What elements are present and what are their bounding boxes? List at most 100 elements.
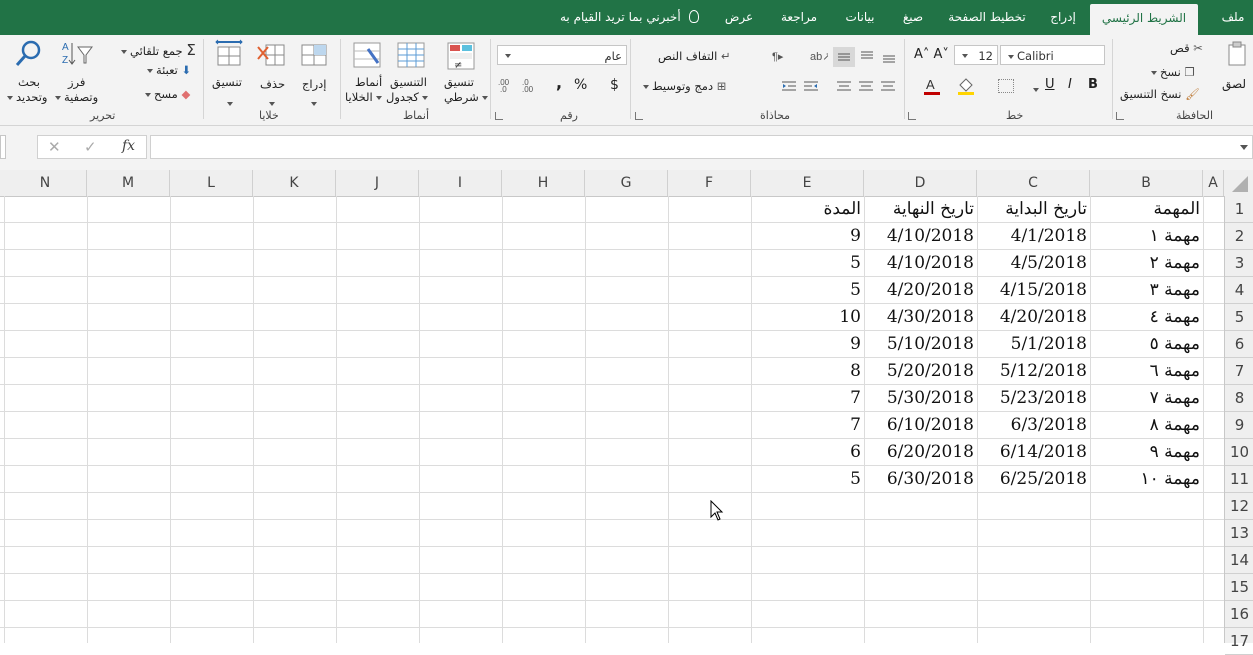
align-bottom-icon[interactable] <box>878 47 900 67</box>
column-header-e[interactable]: E <box>751 170 864 196</box>
cell-duration[interactable]: 5 <box>751 466 864 493</box>
cell-styles-label2[interactable]: الخلايا <box>345 90 385 104</box>
row-header[interactable]: 17 <box>1225 628 1253 655</box>
enter-check-icon[interactable]: ✓ <box>84 138 97 156</box>
row-header[interactable]: 3 <box>1225 250 1253 277</box>
cell-task[interactable]: مهمة ٢ <box>1090 250 1203 277</box>
font-name-select[interactable]: Calibri <box>1000 45 1105 65</box>
decimal-icons[interactable]: .00.0.0.00 <box>498 77 542 94</box>
cell-end[interactable]: 4/10/2018 <box>864 223 977 250</box>
bold-button[interactable]: B <box>1088 77 1098 92</box>
row-header[interactable]: 12 <box>1225 493 1253 520</box>
indent-icons[interactable] <box>780 79 824 95</box>
tab-home[interactable]: الشريط الرئيسي <box>1090 4 1198 35</box>
conditional-format-icon[interactable]: ≠ <box>446 41 476 71</box>
cell-end[interactable]: 4/30/2018 <box>864 304 977 331</box>
format-painter-button[interactable]: نسخ التنسيق 🖌 <box>1120 87 1200 101</box>
cell-duration[interactable]: 6 <box>751 439 864 466</box>
cell-end[interactable]: 6/30/2018 <box>864 466 977 493</box>
cell-duration[interactable]: 5 <box>751 277 864 304</box>
cell-duration[interactable]: 5 <box>751 250 864 277</box>
cell-duration[interactable]: 9 <box>751 223 864 250</box>
font-color-icon[interactable]: A <box>922 77 942 95</box>
underline-button[interactable]: U <box>1045 77 1055 92</box>
format-cells-button[interactable]: تنسيق <box>212 75 242 89</box>
cell-task[interactable]: مهمة ٧ <box>1090 385 1203 412</box>
cell-end[interactable]: 6/10/2018 <box>864 412 977 439</box>
name-box[interactable] <box>0 135 6 159</box>
insert-cells-icon[interactable] <box>300 41 328 69</box>
delete-cells-button[interactable]: حذف <box>260 77 285 91</box>
cell-header-duration[interactable]: المدة <box>751 196 864 223</box>
clear-button[interactable]: مسح ◆ <box>142 87 190 101</box>
row-header[interactable]: 14 <box>1225 547 1253 574</box>
sort-filter-label1[interactable]: فرز <box>68 75 85 89</box>
delete-cells-icon[interactable] <box>256 41 286 69</box>
cell-task[interactable]: مهمة ٩ <box>1090 439 1203 466</box>
copy-button[interactable]: نسخ ❐ <box>1148 65 1195 79</box>
borders-icon[interactable] <box>998 79 1014 93</box>
worksheet-grid[interactable]: المهمة تاريخ البداية تاريخ النهاية المدة… <box>0 196 1224 643</box>
row-header[interactable]: 8 <box>1225 385 1253 412</box>
format-dropdown-icon[interactable] <box>224 93 236 112</box>
cut-button[interactable]: قص ✂ <box>1170 41 1203 55</box>
horizontal-align-icons[interactable] <box>835 79 899 95</box>
find-select-label1[interactable]: بحث <box>18 75 40 89</box>
row-header[interactable]: 10 <box>1225 439 1253 466</box>
underline-dropdown-icon[interactable] <box>1030 79 1039 92</box>
currency-button[interactable]: $ <box>610 77 619 93</box>
cell-start[interactable]: 5/12/2018 <box>977 358 1090 385</box>
cell-end[interactable]: 5/10/2018 <box>864 331 977 358</box>
row-header[interactable]: 1 <box>1225 196 1253 223</box>
cell-task[interactable]: مهمة ٥ <box>1090 331 1203 358</box>
font-grow-icon[interactable]: A˄ A˅ <box>914 47 949 62</box>
column-header-m[interactable]: M <box>87 170 170 196</box>
autosum-button[interactable]: جمع تلقائي Σ <box>118 41 196 59</box>
tab-data[interactable]: بيانات <box>836 0 884 35</box>
cell-task[interactable]: مهمة ٣ <box>1090 277 1203 304</box>
tab-review[interactable]: مراجعة <box>770 0 828 35</box>
merge-center-button[interactable]: دمج وتوسيط ⊞ <box>640 79 726 93</box>
format-as-table-label2[interactable]: كجدول <box>386 90 431 104</box>
row-header[interactable]: 16 <box>1225 601 1253 628</box>
cell-start[interactable]: 6/3/2018 <box>977 412 1090 439</box>
paste-button-label[interactable]: لصق <box>1222 77 1246 91</box>
cell-task[interactable]: مهمة ١٠ <box>1090 466 1203 493</box>
row-header[interactable]: 6 <box>1225 331 1253 358</box>
column-header-h[interactable]: H <box>502 170 585 196</box>
cell-start[interactable]: 4/20/2018 <box>977 304 1090 331</box>
column-header-j[interactable]: J <box>336 170 419 196</box>
cell-duration[interactable]: 10 <box>751 304 864 331</box>
font-launcher-icon[interactable] <box>908 112 916 120</box>
row-header[interactable]: 9 <box>1225 412 1253 439</box>
cell-header-start[interactable]: تاريخ البداية <box>977 196 1090 223</box>
fill-button[interactable]: تعبئة ⬇ <box>144 63 191 77</box>
alignment-launcher-icon[interactable] <box>635 112 643 120</box>
cell-start[interactable]: 4/5/2018 <box>977 250 1090 277</box>
expand-formula-icon[interactable] <box>1240 145 1248 150</box>
insert-dropdown-icon[interactable] <box>308 93 320 112</box>
cell-end[interactable]: 4/10/2018 <box>864 250 977 277</box>
insert-cells-button[interactable]: إدراج <box>302 77 327 91</box>
align-middle-icon[interactable] <box>833 47 855 67</box>
cell-header-end[interactable]: تاريخ النهاية <box>864 196 977 223</box>
column-header-b[interactable]: B <box>1090 170 1203 196</box>
cell-duration[interactable]: 8 <box>751 358 864 385</box>
wrap-text-button[interactable]: التفاف النص ↵ <box>658 49 731 63</box>
tab-formulas[interactable]: صيغ <box>896 0 930 35</box>
cell-start[interactable]: 5/1/2018 <box>977 331 1090 358</box>
formula-input[interactable] <box>150 135 1253 159</box>
cell-start[interactable]: 6/25/2018 <box>977 466 1090 493</box>
find-select-icon[interactable] <box>14 39 44 69</box>
row-header[interactable]: 7 <box>1225 358 1253 385</box>
insert-function-button[interactable]: fx <box>122 138 135 154</box>
number-launcher-icon[interactable] <box>495 112 503 120</box>
font-size-select[interactable]: 12 <box>954 45 998 65</box>
fill-color-icon[interactable] <box>956 77 976 95</box>
format-cells-icon[interactable] <box>214 39 244 69</box>
tab-file[interactable]: ملف <box>1213 0 1253 35</box>
column-header-f[interactable]: F <box>668 170 751 196</box>
sort-filter-label2[interactable]: وتصفية <box>52 90 98 104</box>
select-all-corner[interactable] <box>1224 170 1253 196</box>
format-as-table-label1[interactable]: التنسيق <box>390 75 427 89</box>
